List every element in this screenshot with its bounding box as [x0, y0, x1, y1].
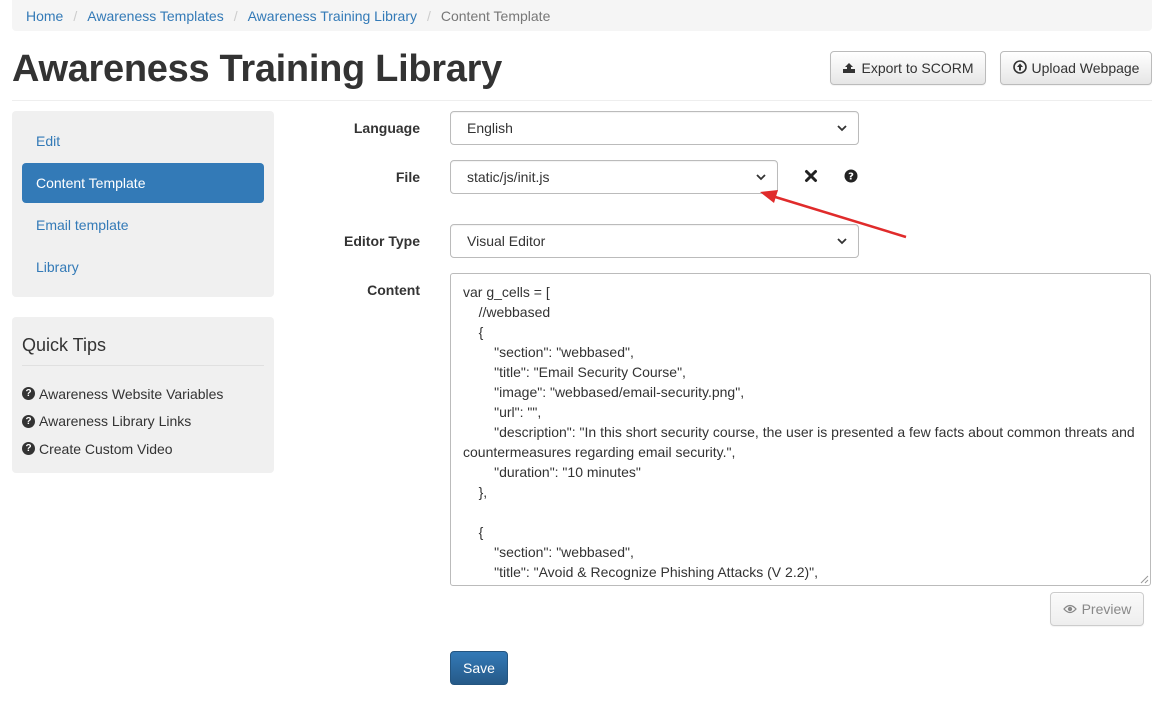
- breadcrumb-home[interactable]: Home: [26, 8, 63, 24]
- sidebar-nav: Edit Content Template Email template Lib…: [12, 111, 274, 297]
- editor-type-select[interactable]: Visual Editor: [450, 224, 859, 258]
- export-scorm-label: Export to SCORM: [861, 60, 974, 76]
- export-scorm-button[interactable]: Export to SCORM: [830, 51, 986, 85]
- upload-circle-icon: [1012, 59, 1027, 77]
- quick-tip-label: Awareness Website Variables: [39, 385, 224, 402]
- question-circle-icon: ?: [22, 387, 35, 401]
- export-icon: [842, 60, 856, 77]
- file-label: File: [395, 169, 420, 185]
- upload-webpage-button[interactable]: Upload Webpage: [1000, 51, 1152, 85]
- quick-tips-panel: Quick Tips ? Awareness Website Variables…: [12, 317, 274, 473]
- quick-tip-custom-video[interactable]: ? Create Custom Video: [22, 435, 264, 463]
- eye-icon: [1062, 601, 1077, 617]
- quick-tip-library-links[interactable]: ? Awareness Library Links: [22, 408, 264, 436]
- language-label: Language: [353, 120, 420, 136]
- breadcrumb-separator: /: [233, 7, 238, 24]
- sidebar-item-library[interactable]: Library: [22, 247, 264, 287]
- language-selected-value: English: [467, 120, 513, 136]
- content-label: Content: [367, 282, 420, 298]
- preview-button[interactable]: Preview: [1050, 592, 1144, 626]
- chevron-down-icon: [837, 238, 847, 245]
- chevron-down-icon: [837, 125, 847, 132]
- question-circle-icon: ?: [22, 442, 35, 456]
- quick-tips-title: Quick Tips: [22, 335, 264, 366]
- content-code: var g_cells = [ //webbased { "section": …: [463, 284, 1135, 585]
- breadcrumb-separator: /: [426, 7, 431, 24]
- sidebar-item-email-template[interactable]: Email template: [22, 205, 264, 245]
- breadcrumb-current: Content Template: [440, 7, 551, 24]
- breadcrumb-awareness-training-library[interactable]: Awareness Training Library: [248, 8, 417, 24]
- quick-tip-label: Awareness Library Links: [39, 413, 192, 430]
- breadcrumb-separator: /: [73, 7, 78, 24]
- svg-text:?: ?: [848, 172, 854, 183]
- quick-tips-list: ? Awareness Website Variables ? Awarenes…: [22, 380, 264, 463]
- content-textarea[interactable]: var g_cells = [ //webbased { "section": …: [450, 273, 1151, 586]
- resize-grip-icon[interactable]: [1139, 574, 1149, 584]
- help-icon[interactable]: ?: [842, 167, 860, 185]
- editor-type-label: Editor Type: [344, 233, 420, 249]
- breadcrumb-awareness-templates[interactable]: Awareness Templates: [87, 8, 223, 24]
- editor-type-selected-value: Visual Editor: [467, 233, 546, 249]
- save-button[interactable]: Save: [450, 651, 508, 685]
- language-select[interactable]: English: [450, 111, 859, 145]
- file-selected-value: static/js/init.js: [467, 169, 550, 185]
- preview-label: Preview: [1081, 601, 1132, 617]
- sidebar-item-content-template[interactable]: Content Template: [22, 163, 264, 203]
- quick-tip-website-variables[interactable]: ? Awareness Website Variables: [22, 380, 264, 408]
- upload-webpage-label: Upload Webpage: [1031, 60, 1140, 76]
- question-circle-icon: ?: [22, 414, 35, 428]
- remove-file-icon[interactable]: [802, 167, 820, 185]
- chevron-down-icon: [756, 174, 766, 181]
- title-divider: [12, 100, 1152, 101]
- sidebar-item-edit[interactable]: Edit: [22, 121, 264, 161]
- file-select[interactable]: static/js/init.js: [450, 160, 778, 194]
- quick-tip-label: Create Custom Video: [39, 440, 173, 457]
- page-title: Awareness Training Library: [12, 48, 502, 90]
- breadcrumb: Home / Awareness Templates / Awareness T…: [12, 0, 1152, 31]
